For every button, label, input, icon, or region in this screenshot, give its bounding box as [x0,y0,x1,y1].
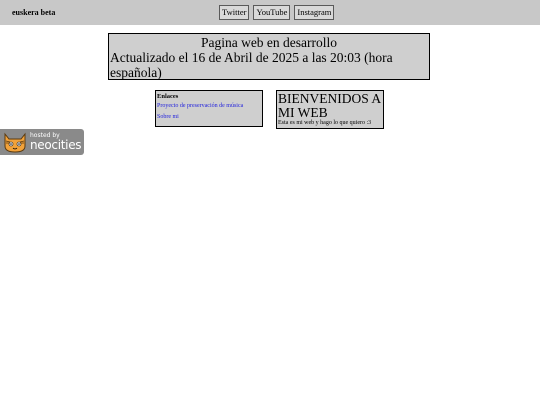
neocities-badge[interactable]: hosted by neocities [0,129,84,155]
about-me-link[interactable]: Sobre mi [157,112,261,123]
top-bar: euskera beta Twitter YouTube Instagram [0,0,540,25]
links-heading: Enlaces [157,93,179,100]
welcome-title: BIENVENIDOS A MI WEB [278,91,381,120]
social-links: Twitter YouTube Instagram [219,5,335,20]
welcome-subtitle: Esta es mi web y hago lo que quiero :3 [278,120,372,126]
neocities-name: neocities [30,138,82,152]
banner-updated-text: Actualizado el 16 de Abril de 2025 a las… [110,50,393,80]
twitter-link[interactable]: Twitter [219,5,250,20]
update-banner: Pagina web en desarrollo Actualizado el … [108,33,430,80]
site-brand: euskera beta [12,8,56,17]
links-box: Enlaces Proyecto de preservación de músi… [155,90,263,127]
music-preservation-link[interactable]: Proyecto de preservación de música [157,101,261,112]
welcome-box: BIENVENIDOS A MI WEB Esta es mi web y ha… [276,90,384,129]
instagram-link[interactable]: Instagram [294,5,335,20]
neocities-cat-icon [2,131,28,158]
youtube-link[interactable]: YouTube [253,5,291,20]
banner-title: Pagina web en desarrollo [200,35,338,50]
